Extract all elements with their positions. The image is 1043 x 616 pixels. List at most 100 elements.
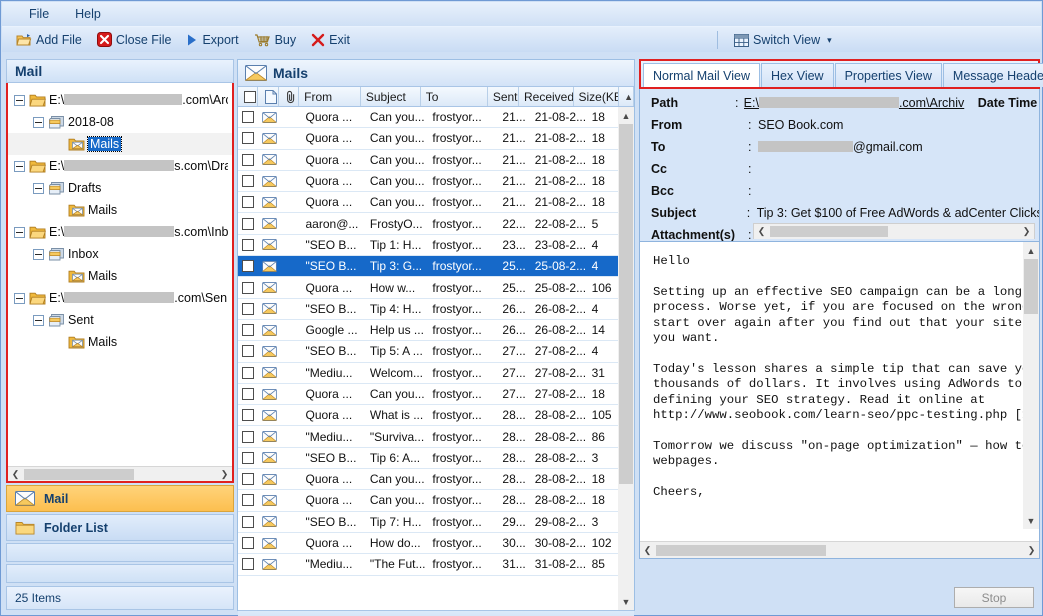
column-header-select-all[interactable]	[238, 87, 259, 106]
close-file-button[interactable]: Close File	[91, 30, 178, 49]
body-hscroll-thumb[interactable]	[656, 544, 826, 556]
mail-list-scroll-thumb[interactable]	[619, 124, 633, 484]
table-row[interactable]: "SEO B... Tip 1: H... frostyor... 23... 23-0…	[238, 235, 634, 257]
row-checkbox[interactable]	[242, 238, 255, 251]
row-checkbox[interactable]	[242, 196, 255, 209]
table-row[interactable]: Quora ... Can you... frostyor... 21... 21-08…	[238, 128, 634, 150]
column-header-to[interactable]: To	[421, 87, 488, 106]
row-checkbox-cell[interactable]	[238, 558, 259, 571]
tree-expander-icon[interactable]	[33, 116, 44, 128]
table-row[interactable]: Quora ... Can you... frostyor... 21... 21-08…	[238, 192, 634, 214]
tree-node[interactable]: E:\ s.com\Dra	[8, 155, 232, 177]
tree-expander-icon[interactable]	[33, 248, 44, 260]
header-scroll-left-icon[interactable]: ❮	[754, 223, 769, 239]
menu-item-file[interactable]: File	[16, 4, 62, 24]
scroll-left-icon[interactable]: ❮	[8, 466, 23, 481]
row-checkbox-cell[interactable]	[238, 302, 259, 315]
body-horizontal-scrollbar[interactable]: ❮ ❯	[640, 541, 1039, 558]
row-checkbox-cell[interactable]	[238, 388, 259, 400]
row-checkbox-cell[interactable]	[238, 132, 259, 145]
switch-view-button[interactable]: Switch View ▾	[728, 31, 838, 49]
row-checkbox-cell[interactable]	[238, 260, 259, 273]
mail-list-rows[interactable]: Quora ... Can you... frostyor... 21... 21-08…	[238, 107, 634, 576]
row-checkbox[interactable]	[242, 409, 255, 422]
row-checkbox[interactable]	[242, 494, 255, 507]
body-scroll-down-icon[interactable]: ▼	[1023, 512, 1039, 529]
row-checkbox[interactable]	[242, 345, 255, 358]
body-scroll-thumb[interactable]	[1024, 259, 1038, 314]
body-vertical-scrollbar[interactable]: ▲ ▼	[1023, 242, 1039, 529]
tree-expander-icon[interactable]	[14, 226, 25, 238]
table-row[interactable]: "Mediu... "The Fut... frostyor... 31... 31-0…	[238, 554, 634, 576]
tree-expander-icon[interactable]	[14, 292, 25, 304]
header-hscroll-thumb[interactable]	[770, 225, 888, 237]
row-checkbox-cell[interactable]	[238, 281, 259, 294]
row-checkbox-cell[interactable]	[238, 175, 259, 188]
table-row[interactable]: "SEO B... Tip 4: H... frostyor... 26... 26-0…	[238, 299, 634, 320]
table-row[interactable]: Quora ... Can you... frostyor... 21... 21-08…	[238, 107, 634, 129]
row-checkbox[interactable]	[242, 388, 255, 400]
tab-hex-view[interactable]: Hex View	[761, 63, 834, 87]
tab-properties-view[interactable]: Properties View	[834, 63, 942, 87]
scroll-right-icon[interactable]: ❯	[217, 466, 232, 481]
tree-expander-icon[interactable]	[33, 182, 44, 194]
tab-normal-mail-view[interactable]: Normal Mail View	[643, 63, 761, 87]
scroll-up-icon[interactable]: ▲	[618, 107, 634, 124]
row-checkbox[interactable]	[242, 451, 255, 464]
row-checkbox[interactable]	[242, 281, 255, 294]
menu-item-help[interactable]: Help	[62, 4, 114, 24]
header-horizontal-scrollbar[interactable]: ❮ ❯	[753, 223, 1035, 239]
row-checkbox-cell[interactable]	[238, 537, 259, 550]
row-checkbox[interactable]	[242, 111, 255, 124]
buy-button[interactable]: Buy	[248, 31, 303, 49]
body-scroll-up-icon[interactable]: ▲	[1023, 242, 1039, 259]
row-checkbox-cell[interactable]	[238, 494, 259, 507]
tree-expander-icon[interactable]	[14, 94, 25, 106]
table-row[interactable]: Quora ... Can you... frostyor... 21... 21-08…	[238, 150, 634, 171]
folder-tree-panel[interactable]: E:\ .com\Arc 2018-08 Mails E:\ s.com\Dra Draft…	[6, 83, 234, 483]
message-body-panel[interactable]: Hello Setting up an effective SEO campai…	[639, 241, 1040, 559]
row-checkbox-cell[interactable]	[238, 238, 259, 251]
header-scroll-right-icon[interactable]: ❯	[1019, 223, 1034, 239]
row-checkbox-cell[interactable]	[238, 324, 259, 337]
table-row[interactable]: Quora ... Can you... frostyor... 28... 28-08…	[238, 469, 634, 491]
tree-hscroll-track[interactable]	[23, 466, 217, 481]
body-hscroll-track[interactable]	[655, 542, 1024, 558]
table-row[interactable]: Quora ... Can you... frostyor... 28... 28-08…	[238, 490, 634, 512]
tree-node[interactable]: Mails	[8, 265, 232, 287]
row-checkbox-cell[interactable]	[238, 153, 259, 166]
row-checkbox[interactable]	[242, 260, 255, 273]
table-row[interactable]: Google ... Help us ... frostyor... 26... 26-…	[238, 320, 634, 342]
row-checkbox-cell[interactable]	[238, 451, 259, 464]
row-checkbox[interactable]	[242, 366, 255, 379]
row-checkbox-cell[interactable]	[238, 409, 259, 422]
tree-node[interactable]: E:\ .com\Sen	[8, 287, 232, 309]
table-row[interactable]: Quora ... How w... frostyor... 25... 25-08-2…	[238, 277, 634, 299]
column-header-attachment[interactable]	[279, 87, 300, 106]
exit-button[interactable]: Exit	[305, 31, 356, 49]
column-header-received[interactable]: Received	[519, 87, 574, 106]
row-checkbox[interactable]	[242, 430, 255, 443]
row-checkbox[interactable]	[242, 515, 255, 528]
table-row[interactable]: "SEO B... Tip 3: G... frostyor... 25... 25-0…	[238, 256, 634, 278]
sidebar-item-folder-list[interactable]: Folder List	[6, 514, 234, 541]
row-checkbox[interactable]	[242, 132, 255, 145]
list-scroll-up-icon[interactable]: ▲	[619, 87, 635, 106]
row-checkbox[interactable]	[242, 324, 255, 337]
tree-node[interactable]: Sent	[8, 309, 232, 331]
table-row[interactable]: "SEO B... Tip 7: H... frostyor... 29... 29-0…	[238, 512, 634, 533]
tree-node[interactable]: Drafts	[8, 177, 232, 199]
row-checkbox[interactable]	[242, 302, 255, 315]
row-checkbox[interactable]	[242, 153, 255, 166]
row-checkbox-cell[interactable]	[238, 430, 259, 443]
export-button[interactable]: Export	[180, 31, 244, 49]
row-checkbox[interactable]	[242, 537, 255, 550]
tree-node[interactable]: Inbox	[8, 243, 232, 265]
row-checkbox-cell[interactable]	[238, 345, 259, 358]
column-header-size[interactable]: Size(KB)	[574, 87, 620, 106]
tree-node[interactable]: Mails	[8, 133, 232, 155]
mail-list-vertical-scrollbar[interactable]: ▲ ▼	[618, 107, 634, 610]
sidebar-item-mail[interactable]: Mail	[6, 485, 234, 512]
table-row[interactable]: "Mediu... "Surviva... frostyor... 28... 28-0…	[238, 426, 634, 448]
table-row[interactable]: aaron@... FrostyO... frostyor... 22... 22-08…	[238, 213, 634, 235]
